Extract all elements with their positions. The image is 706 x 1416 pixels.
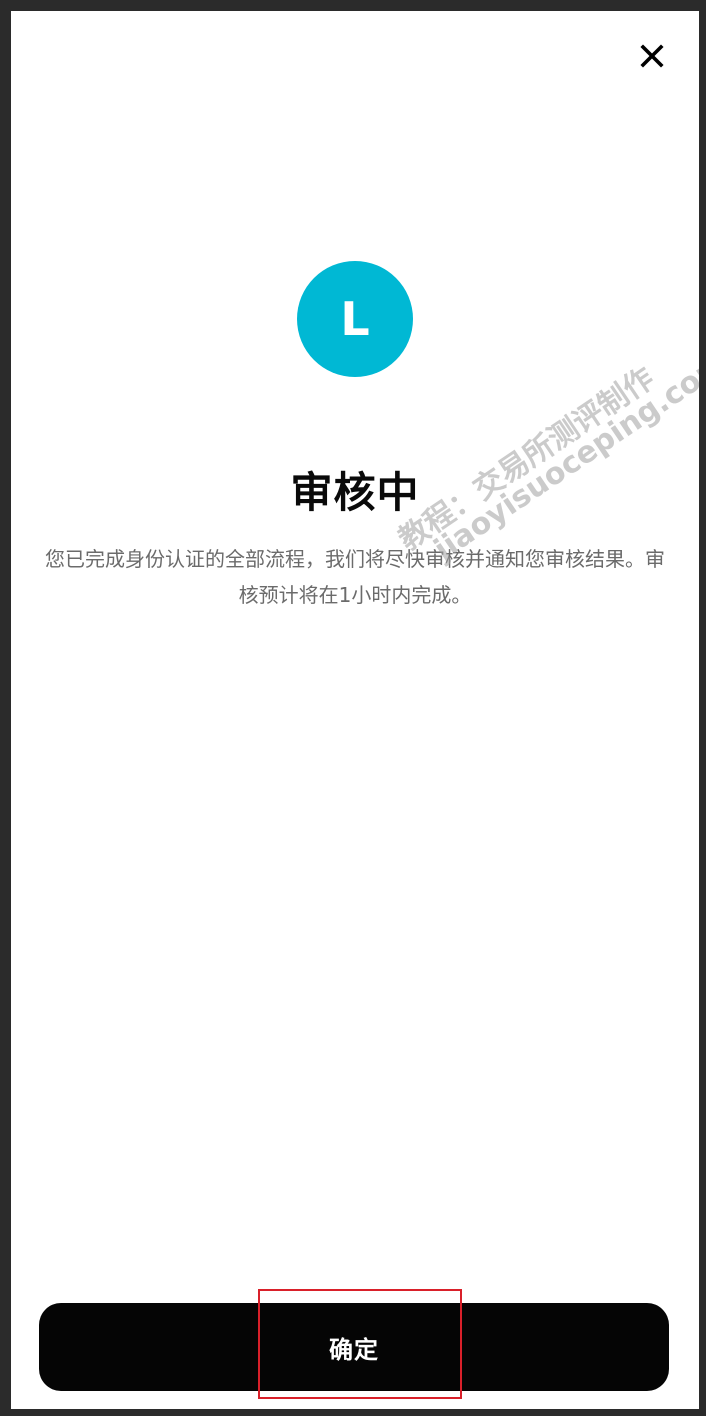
- avatar-letter: L: [340, 292, 370, 346]
- avatar: L: [297, 261, 413, 377]
- status-description: 您已完成身份认证的全部流程，我们将尽快审核并通知您审核结果。审核预计将在1小时内…: [45, 547, 665, 607]
- confirm-button[interactable]: 确定: [39, 1303, 669, 1391]
- watermark-line-1: 教程：交易所测评制作: [392, 361, 661, 558]
- close-icon: [640, 44, 664, 68]
- device-frame: L 审核中 您已完成身份认证的全部流程，我们将尽快审核并通知您审核结果。审核预计…: [0, 0, 706, 1416]
- watermark-line-2: jiaoyisuoceping.com: [428, 345, 699, 568]
- page-title: 审核中: [290, 468, 420, 517]
- confirm-button-label: 确定: [329, 1335, 379, 1364]
- kyc-review-screen: L 审核中 您已完成身份认证的全部流程，我们将尽快审核并通知您审核结果。审核预计…: [11, 11, 699, 1409]
- close-button[interactable]: [635, 39, 669, 73]
